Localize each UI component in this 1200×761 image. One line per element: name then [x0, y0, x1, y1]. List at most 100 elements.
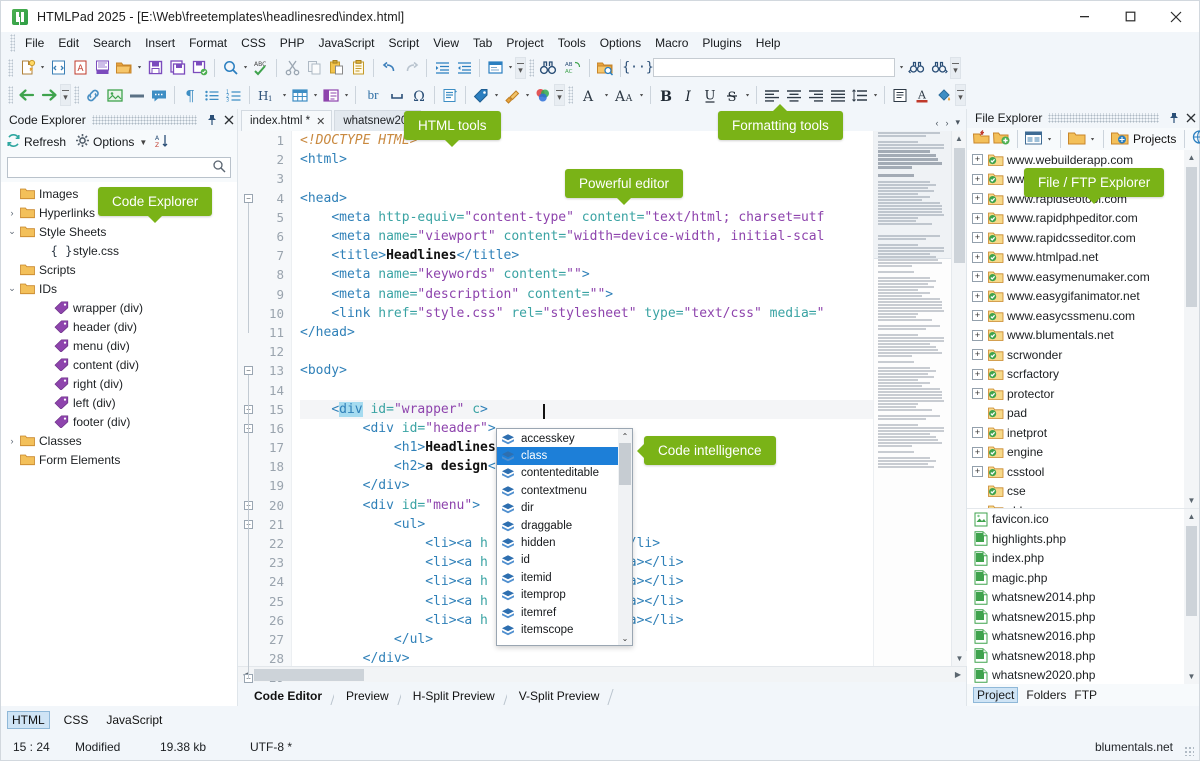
- tab-ftp[interactable]: FTP: [1074, 688, 1097, 702]
- line-height-icon[interactable]: [849, 84, 871, 106]
- code-explorer-item[interactable]: menu (div): [1, 336, 237, 355]
- tree-twisty-icon[interactable]: ⌄: [5, 226, 19, 237]
- save-all-icon[interactable]: [166, 57, 188, 79]
- scroll-down-arrow-icon[interactable]: ▼: [1184, 493, 1199, 509]
- code-explorer-item[interactable]: content (div): [1, 355, 237, 374]
- autocomplete-scrollbar[interactable]: ⌃ ⌄: [618, 429, 632, 645]
- tab-h-split-preview[interactable]: H-Split Preview: [400, 687, 507, 706]
- sort-az-icon[interactable]: AZ: [154, 133, 170, 151]
- menu-grip[interactable]: [10, 34, 15, 52]
- autocomplete-item[interactable]: id: [497, 552, 618, 569]
- file-explorer-folder-row[interactable]: pad: [967, 404, 1199, 424]
- expand-toggle-icon[interactable]: +: [972, 193, 983, 205]
- new-folder-icon[interactable]: [992, 129, 1011, 149]
- cut-icon[interactable]: [281, 57, 303, 79]
- view-mode-icon[interactable]: [1024, 130, 1043, 149]
- code-line[interactable]: <div id="wrapper" c>: [300, 399, 873, 419]
- file-explorer-folders[interactable]: +www.webuilderapp.com+www.surfblocker.co…: [967, 150, 1199, 509]
- tree-twisty-icon[interactable]: ›: [5, 208, 19, 218]
- code-line[interactable]: [300, 342, 873, 361]
- file-explorer-folder-row[interactable]: cse: [967, 482, 1199, 502]
- code-explorer-search[interactable]: [7, 157, 231, 178]
- italic-icon[interactable]: I: [677, 84, 699, 106]
- menu-php[interactable]: PHP: [273, 34, 312, 52]
- brush-icon[interactable]: [501, 84, 523, 106]
- non-breaking-space-icon[interactable]: [386, 84, 408, 106]
- font-name-dropdown-caret[interactable]: [602, 84, 611, 106]
- expand-toggle-icon[interactable]: +: [972, 388, 983, 400]
- code-explorer-item[interactable]: Scripts: [1, 260, 237, 279]
- code-line[interactable]: <meta name="description" content="">: [300, 285, 873, 304]
- menu-insert[interactable]: Insert: [138, 34, 182, 52]
- code-minimap[interactable]: [873, 131, 951, 666]
- menu-macro[interactable]: Macro: [648, 34, 695, 52]
- table-icon[interactable]: [289, 84, 311, 106]
- open-folder-up-icon[interactable]: [972, 129, 990, 149]
- new-html-icon[interactable]: [47, 57, 69, 79]
- code-fold-toggle-icon[interactable]: −: [244, 366, 253, 376]
- undo-icon[interactable]: [378, 57, 400, 79]
- horizontal-rule-icon[interactable]: [126, 84, 148, 106]
- scrollbar-track[interactable]: [618, 485, 632, 631]
- scroll-up-arrow-icon[interactable]: ▲: [1184, 150, 1199, 166]
- code-line[interactable]: <body>: [300, 361, 873, 380]
- new-php-icon[interactable]: [91, 57, 113, 79]
- special-character-icon[interactable]: Ω: [408, 84, 430, 106]
- save-icon[interactable]: [144, 57, 166, 79]
- brush-dropdown-caret[interactable]: [523, 84, 532, 106]
- expand-toggle-icon[interactable]: +: [972, 349, 983, 361]
- file-explorer-folder-row[interactable]: + csstool: [967, 462, 1199, 482]
- tree-twisty-icon[interactable]: ⌄: [5, 283, 19, 294]
- tab-folders[interactable]: Folders: [1026, 688, 1066, 702]
- scroll-up-arrow-icon[interactable]: ▲: [952, 131, 966, 146]
- code-explorer-tree[interactable]: Images › Hyperlinks ⌄ Style Sheets { } style.c…: [1, 182, 237, 706]
- find-binoculars-icon[interactable]: [537, 57, 559, 79]
- menu-tab[interactable]: Tab: [466, 34, 499, 52]
- autocomplete-item[interactable]: itemscope: [497, 621, 618, 638]
- code-explorer-item[interactable]: ⌄ IDs: [1, 279, 237, 298]
- find-next-icon[interactable]: [928, 57, 950, 79]
- comment-dropdown-caret[interactable]: [506, 57, 515, 79]
- tab-v-split-preview[interactable]: V-Split Preview: [506, 687, 612, 706]
- file-explorer-files[interactable]: favicon.ico highlights.php index.php magic.…: [967, 508, 1199, 684]
- toolbar-overflow-icon[interactable]: [554, 84, 565, 106]
- autocomplete-item[interactable]: itemid: [497, 569, 618, 586]
- forward-arrow-icon[interactable]: [38, 84, 60, 106]
- toolbar-grip[interactable]: [568, 86, 573, 104]
- file-explorer-folder-row[interactable]: + www.rapidcsseditor.com: [967, 228, 1199, 248]
- code-line[interactable]: <meta name="viewport" content="width=dev…: [300, 227, 873, 246]
- strikethrough-icon[interactable]: S: [721, 84, 743, 106]
- expand-toggle-icon[interactable]: +: [972, 427, 983, 439]
- autocomplete-item[interactable]: dir: [497, 500, 618, 517]
- file-explorer-folder-row[interactable]: + protector: [967, 384, 1199, 404]
- color-picker-icon[interactable]: [532, 84, 554, 106]
- lang-tab-html[interactable]: HTML: [7, 710, 50, 729]
- braces-icon[interactable]: {··}: [622, 57, 653, 79]
- file-explorer-file-row[interactable]: highlights.php: [967, 529, 1199, 549]
- tab-prev-icon[interactable]: ‹: [935, 118, 938, 128]
- new-file-dropdown-caret[interactable]: [38, 57, 47, 79]
- code-line[interactable]: <meta http-equiv="content-type" content=…: [300, 208, 873, 227]
- projects-label[interactable]: Projects: [1133, 132, 1176, 146]
- refresh-label[interactable]: Refresh: [24, 135, 66, 149]
- editor-horizontal-scrollbar[interactable]: ◀ ▶: [238, 666, 966, 682]
- scroll-right-arrow-icon[interactable]: ▶: [950, 670, 966, 679]
- code-explorer-item[interactable]: footer (div): [1, 412, 237, 431]
- menu-view[interactable]: View: [426, 34, 466, 52]
- file-explorer-file-row[interactable]: index.php: [967, 548, 1199, 568]
- text-color-icon[interactable]: A: [911, 84, 933, 106]
- file-explorer-folder-row[interactable]: + engine: [967, 443, 1199, 463]
- font-size-icon[interactable]: AA: [611, 84, 637, 106]
- form-dropdown-caret[interactable]: [342, 84, 351, 106]
- menu-search[interactable]: Search: [86, 34, 138, 52]
- autocomplete-item[interactable]: itemref: [497, 604, 618, 621]
- file-explorer-folder-row[interactable]: + www.webuilderapp.com: [967, 150, 1199, 170]
- editor-vertical-scrollbar[interactable]: ▲ ▼: [951, 131, 967, 666]
- expand-toggle-icon[interactable]: +: [972, 466, 983, 478]
- hscroll-thumb[interactable]: [254, 668, 364, 681]
- scroll-up-arrow-icon[interactable]: ⌃: [618, 429, 632, 443]
- projects-icon[interactable]: [1110, 130, 1129, 149]
- toolbar-grip[interactable]: [8, 58, 13, 77]
- menu-edit[interactable]: Edit: [51, 34, 86, 52]
- code-line[interactable]: <link href="style.css" rel="stylesheet" …: [300, 304, 873, 323]
